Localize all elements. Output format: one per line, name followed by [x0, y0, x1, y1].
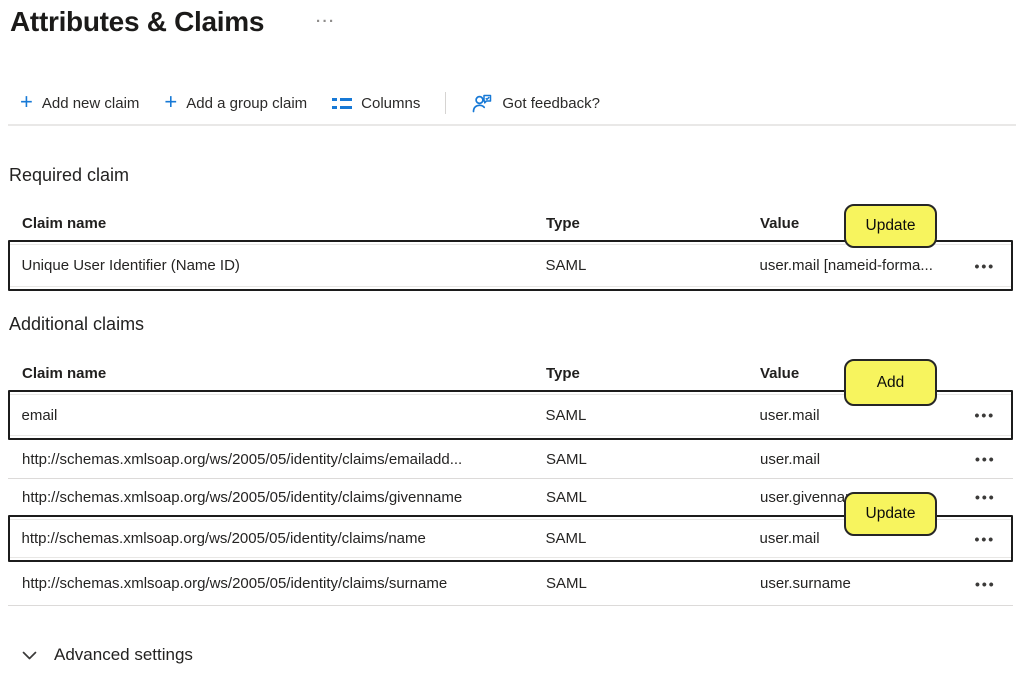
value-cell: user.mail — [760, 451, 975, 468]
claim-name-cell: email — [22, 407, 546, 424]
annotation-update-name-claim: Update — [844, 492, 937, 536]
add-group-claim-button[interactable]: + Add a group claim — [164, 95, 307, 112]
more-options-icon[interactable]: ••• — [975, 410, 996, 420]
toolbar-separator — [8, 124, 1016, 126]
more-options-icon[interactable]: ••• — [975, 534, 996, 544]
value-cell: user.mail — [760, 407, 975, 424]
additional-claims-section-title: Additional claims — [9, 314, 144, 335]
type-cell: SAML — [546, 451, 760, 468]
add-new-claim-label: Add new claim — [42, 95, 140, 112]
table-row-emailaddress[interactable]: http://schemas.xmlsoap.org/ws/2005/05/id… — [8, 440, 1013, 479]
add-icon: + — [164, 92, 177, 112]
type-cell: SAML — [546, 530, 760, 547]
feedback-icon — [471, 92, 493, 114]
toolbar-divider — [445, 92, 446, 114]
columns-icon — [332, 98, 352, 109]
got-feedback-button[interactable]: Got feedback? — [471, 92, 600, 114]
value-cell: user.surname — [760, 575, 975, 592]
type-cell: SAML — [546, 489, 760, 506]
command-bar: + Add new claim + Add a group claim Colu… — [20, 87, 600, 119]
add-group-claim-label: Add a group claim — [186, 95, 307, 112]
more-options-icon[interactable]: ••• — [975, 261, 996, 271]
annotation-update-required-claim: Update — [844, 204, 937, 248]
more-options-icon[interactable]: ••• — [975, 492, 996, 502]
claim-name-cell: http://schemas.xmlsoap.org/ws/2005/05/id… — [22, 575, 546, 592]
column-header-type: Type — [546, 215, 760, 232]
column-header-claim-name: Claim name — [22, 215, 546, 232]
value-cell: user.mail [nameid-forma... — [760, 257, 975, 274]
type-cell: SAML — [546, 257, 760, 274]
columns-button[interactable]: Columns — [332, 95, 420, 112]
attributes-claims-page: Attributes & Claims ··· + Add new claim … — [0, 0, 1024, 673]
more-options-icon[interactable]: ••• — [975, 579, 996, 589]
claim-name-cell: http://schemas.xmlsoap.org/ws/2005/05/id… — [22, 489, 546, 506]
required-claim-section-title: Required claim — [9, 165, 129, 186]
claim-name-cell: Unique User Identifier (Name ID) — [22, 257, 546, 274]
columns-label: Columns — [361, 95, 420, 112]
add-icon: + — [20, 92, 33, 112]
type-cell: SAML — [546, 407, 760, 424]
claim-name-cell: http://schemas.xmlsoap.org/ws/2005/05/id… — [22, 451, 546, 468]
advanced-settings-label: Advanced settings — [54, 645, 193, 665]
chevron-down-icon — [22, 651, 37, 660]
page-title: Attributes & Claims — [10, 6, 264, 38]
table-row-surname[interactable]: http://schemas.xmlsoap.org/ws/2005/05/id… — [8, 562, 1013, 606]
advanced-settings-expander[interactable]: Advanced settings — [22, 641, 193, 669]
annotation-add-email-claim: Add — [844, 359, 937, 406]
more-options-icon[interactable]: ••• — [975, 454, 996, 464]
got-feedback-label: Got feedback? — [502, 95, 600, 112]
add-new-claim-button[interactable]: + Add new claim — [20, 95, 139, 112]
title-more-menu-icon[interactable]: ··· — [316, 13, 336, 30]
type-cell: SAML — [546, 575, 760, 592]
claim-name-cell: http://schemas.xmlsoap.org/ws/2005/05/id… — [22, 530, 546, 547]
column-header-type: Type — [546, 365, 760, 382]
column-header-claim-name: Claim name — [22, 365, 546, 382]
